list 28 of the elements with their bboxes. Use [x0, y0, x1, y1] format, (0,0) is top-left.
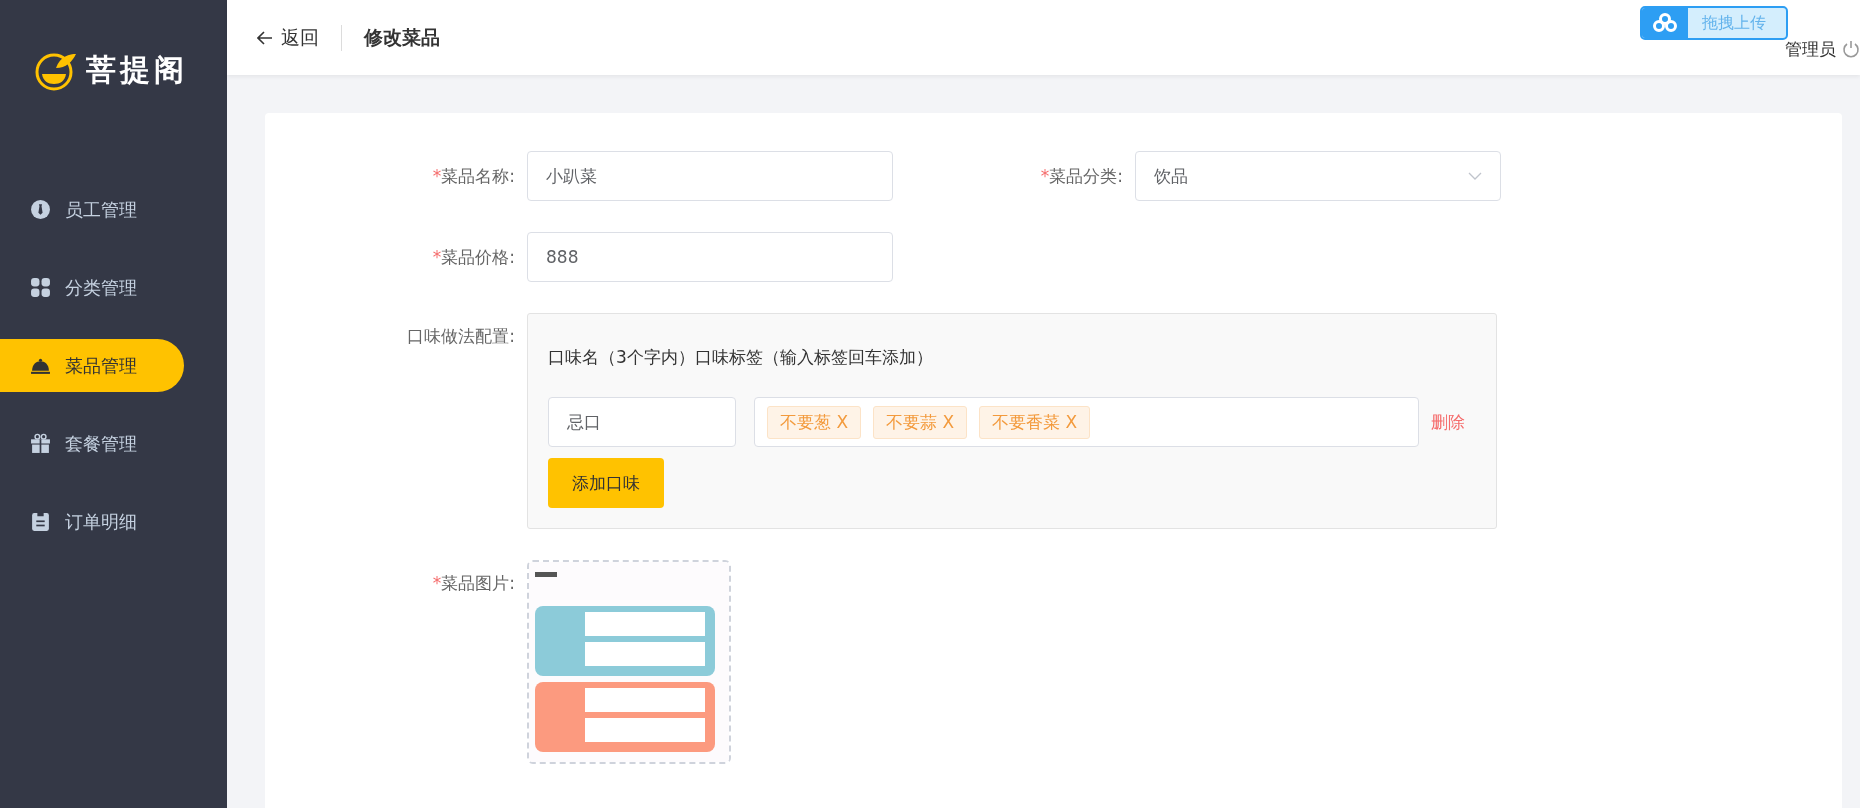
arrow-left-icon	[257, 30, 273, 45]
gift-icon	[30, 433, 51, 454]
price-input[interactable]: 888	[527, 232, 893, 282]
user-name: 管理员	[1785, 38, 1836, 61]
clipboard-icon	[30, 511, 51, 532]
flavor-name-input[interactable]: 忌口	[548, 397, 736, 447]
add-flavor-button[interactable]: 添加口味	[548, 458, 664, 508]
chevron-down-icon	[1468, 172, 1482, 180]
flavor-hint: 口味名（3个字内）口味标签（输入标签回车添加）	[548, 346, 934, 369]
nav-item[interactable]: 订单明细	[0, 495, 184, 548]
field-label: 口味做法配置:	[406, 325, 516, 348]
page-title: 修改菜品	[364, 24, 440, 50]
power-icon[interactable]	[1842, 39, 1860, 58]
field-label: *菜品图片:	[431, 572, 516, 595]
grid-icon	[30, 277, 51, 298]
cloud-icon	[1642, 8, 1688, 38]
name-input[interactable]: 小趴菜	[527, 151, 893, 201]
nav-item[interactable]: 菜品管理	[0, 339, 184, 392]
tie-icon	[30, 199, 51, 220]
field-label: *菜品名称:	[431, 164, 516, 188]
nav-item[interactable]: 分类管理	[0, 261, 184, 314]
nav-item[interactable]: 套餐管理	[0, 417, 184, 470]
field-label: *菜品分类:	[1039, 164, 1124, 188]
nav-item[interactable]: 员工管理	[0, 183, 184, 236]
back-button[interactable]: 返回	[257, 24, 319, 51]
category-select[interactable]: 饮品	[1135, 151, 1501, 201]
logo-text: 菩提阁	[86, 50, 188, 89]
field-label: *菜品价格:	[431, 245, 516, 269]
